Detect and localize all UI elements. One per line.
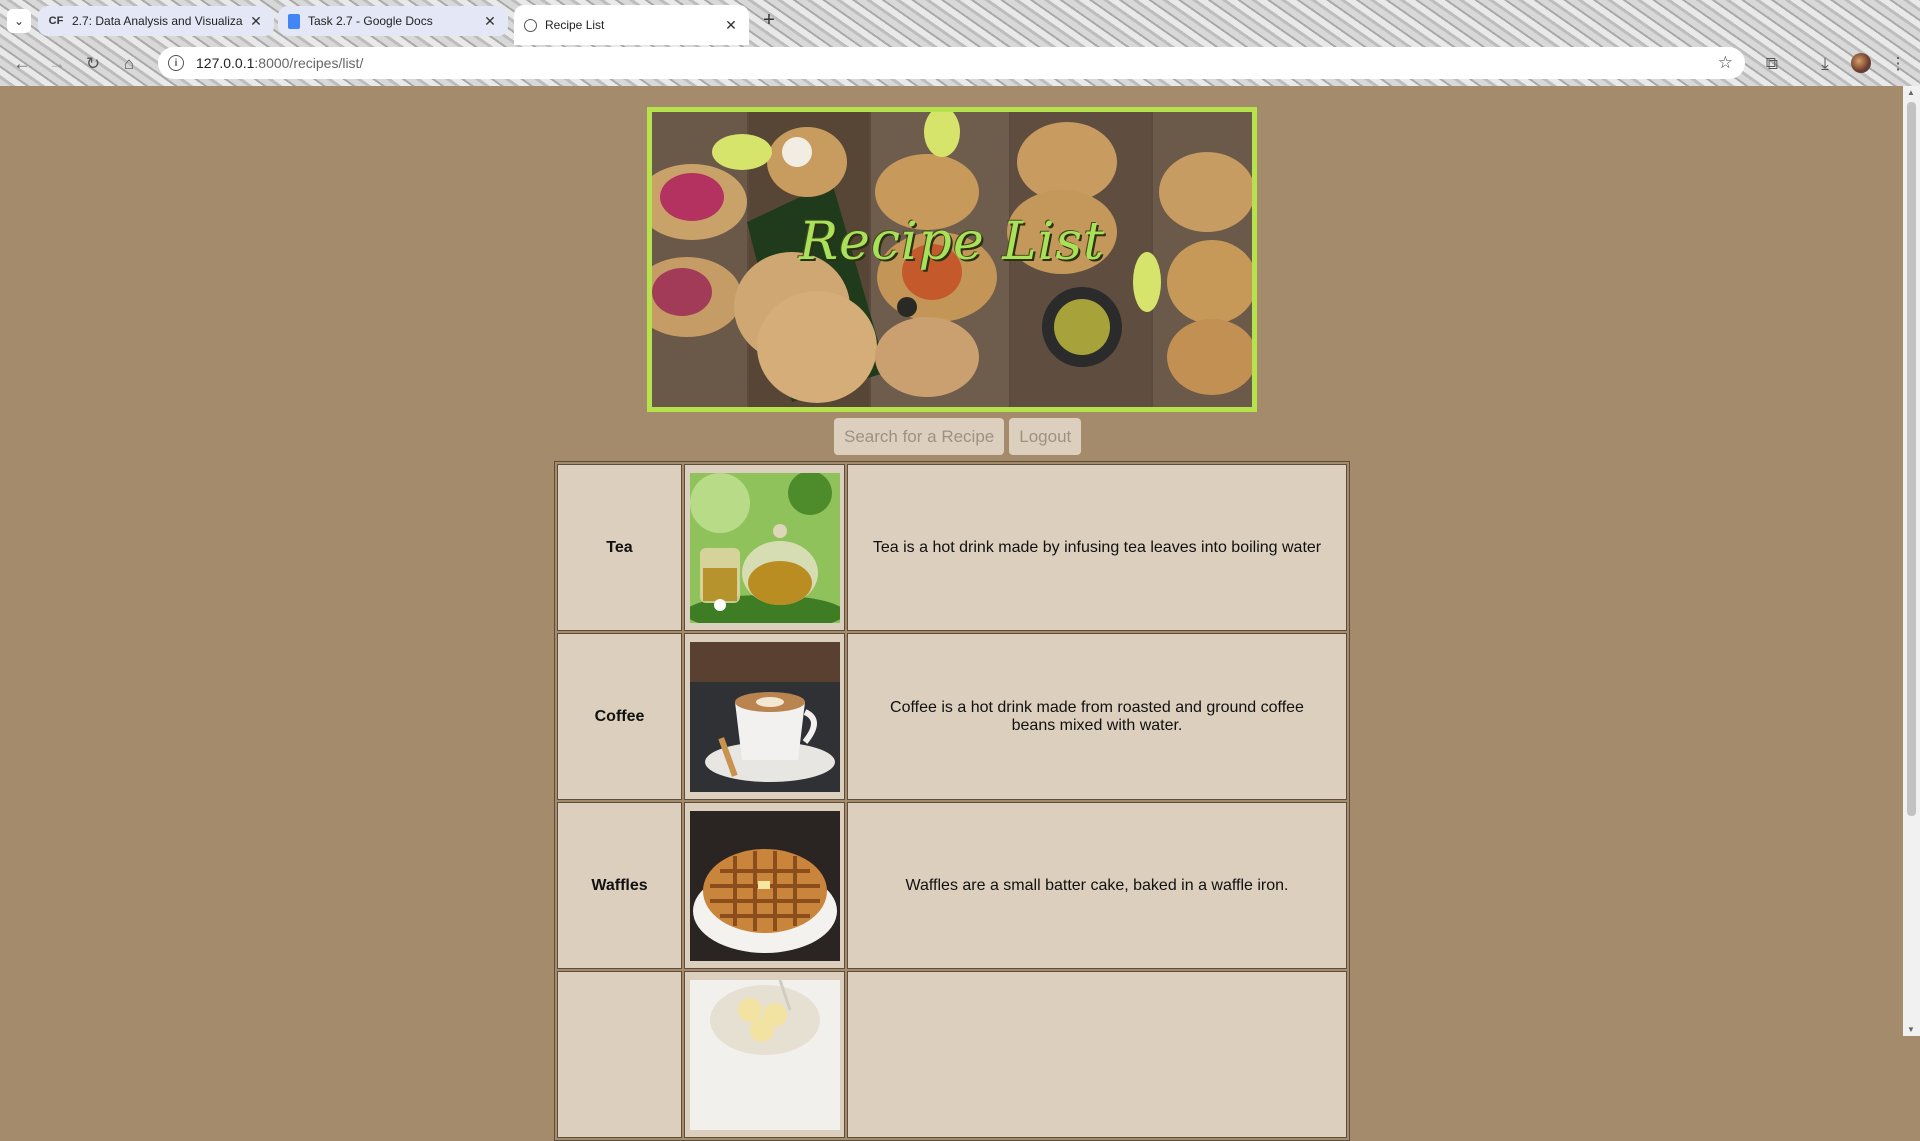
profile-avatar[interactable] bbox=[1851, 53, 1871, 73]
close-tab-icon[interactable]: ✕ bbox=[721, 17, 741, 34]
tab-title: Task 2.7 - Google Docs bbox=[308, 14, 433, 28]
download-icon[interactable]: ⤓ bbox=[1812, 51, 1838, 77]
extensions-icon[interactable]: ⧉ bbox=[1759, 51, 1785, 77]
menu-kebab-icon[interactable]: ⋮ bbox=[1885, 51, 1911, 77]
tab-google-docs[interactable]: Task 2.7 - Google Docs ✕ bbox=[278, 6, 508, 36]
recipe-image-cell bbox=[684, 464, 845, 631]
waffles-image[interactable] bbox=[689, 810, 840, 961]
tea-image[interactable] bbox=[689, 472, 840, 623]
recipe-name[interactable]: Coffee bbox=[557, 633, 682, 800]
recipe-description bbox=[847, 971, 1347, 1138]
table-row: Coffee Coffee is a hot drink made from r… bbox=[557, 633, 1347, 800]
recipe-description: Waffles are a small batter cake, baked i… bbox=[847, 802, 1347, 969]
recipe-name[interactable] bbox=[557, 971, 682, 1138]
banner-title: Recipe List bbox=[798, 212, 1105, 272]
tab-recipe-list[interactable]: Recipe List ✕ bbox=[514, 5, 749, 45]
new-tab-button[interactable]: + bbox=[757, 9, 781, 33]
reload-icon[interactable]: ↻ bbox=[80, 51, 106, 77]
tab-strip: ⌄ CF 2.7: Data Analysis and Visualiza ✕ … bbox=[0, 0, 1920, 45]
coffee-photo bbox=[689, 641, 840, 792]
tab-title: Recipe List bbox=[545, 18, 605, 32]
tab-search-dropdown[interactable]: ⌄ bbox=[7, 9, 31, 33]
table-row: Tea Tea is a hot drink made by infusing … bbox=[557, 464, 1347, 631]
recipe-table: Tea Tea is a hot drink made by infusing … bbox=[554, 461, 1350, 1141]
scrollbar-thumb[interactable] bbox=[1907, 102, 1916, 816]
recipe-image-cell bbox=[684, 802, 845, 969]
recipe-description: Tea is a hot drink made by infusing tea … bbox=[847, 464, 1347, 631]
recipe-image-cell bbox=[684, 633, 845, 800]
waffles-photo bbox=[689, 810, 840, 961]
recipe-name[interactable]: Tea bbox=[557, 464, 682, 631]
vertical-scrollbar[interactable]: ▲ ▼ bbox=[1903, 86, 1920, 1036]
url-text: 127.0.0.1:8000/recipes/list/ bbox=[196, 55, 363, 71]
recipe-name[interactable]: Waffles bbox=[557, 802, 682, 969]
site-info-icon[interactable]: i bbox=[168, 55, 184, 71]
close-tab-icon[interactable]: ✕ bbox=[246, 13, 266, 30]
docs-favicon-icon bbox=[288, 13, 300, 29]
url-path: :8000/recipes/list/ bbox=[254, 55, 364, 71]
close-tab-icon[interactable]: ✕ bbox=[480, 13, 500, 30]
tab-title: 2.7: Data Analysis and Visualiza bbox=[72, 14, 243, 28]
tea-photo bbox=[689, 472, 840, 623]
cf-favicon-icon: CF bbox=[48, 15, 64, 27]
home-icon[interactable]: ⌂ bbox=[116, 51, 142, 77]
url-host: 127.0.0.1 bbox=[196, 55, 255, 71]
logout-button[interactable]: Logout bbox=[1009, 418, 1082, 455]
address-bar[interactable]: i 127.0.0.1:8000/recipes/list/ ☆ bbox=[158, 47, 1745, 79]
tab-cf[interactable]: CF 2.7: Data Analysis and Visualiza ✕ bbox=[38, 6, 274, 36]
search-recipe-button[interactable]: Search for a Recipe bbox=[834, 418, 1005, 455]
scroll-down-icon[interactable]: ▼ bbox=[1907, 1025, 1915, 1034]
recipe-image-cell bbox=[684, 971, 845, 1138]
table-row: Waffles Waffles are a small batter cake,… bbox=[557, 802, 1347, 969]
bookmark-star-icon[interactable]: ☆ bbox=[1718, 53, 1733, 73]
smoothie-photo bbox=[689, 979, 840, 1130]
table-row bbox=[557, 971, 1347, 1138]
globe-icon bbox=[524, 18, 537, 32]
scroll-up-icon[interactable]: ▲ bbox=[1907, 88, 1915, 97]
back-arrow-icon[interactable]: ← bbox=[9, 51, 35, 77]
forward-arrow-icon[interactable]: → bbox=[44, 51, 70, 77]
coffee-image[interactable] bbox=[689, 641, 840, 792]
recipe-image[interactable] bbox=[689, 979, 840, 1130]
banner-image: Recipe List bbox=[647, 107, 1257, 412]
recipe-description: Coffee is a hot drink made from roasted … bbox=[847, 633, 1347, 800]
action-buttons: Search for a Recipe Logout bbox=[834, 418, 1082, 455]
